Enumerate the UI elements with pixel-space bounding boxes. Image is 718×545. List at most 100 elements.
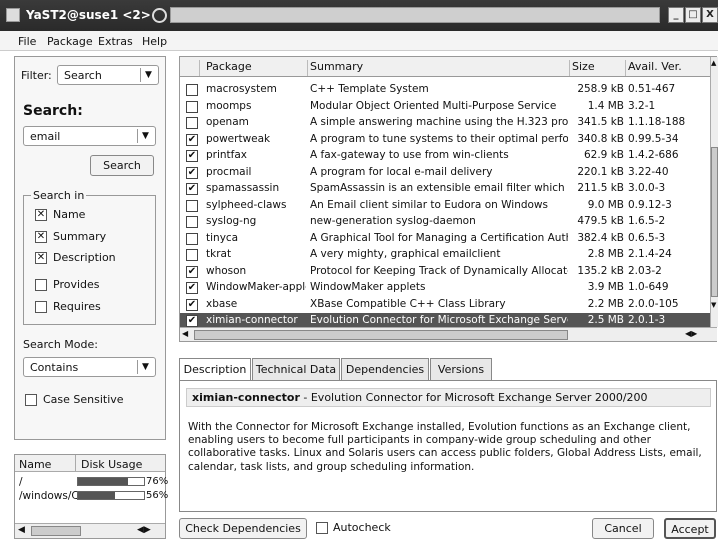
header-package[interactable]: Package	[204, 60, 308, 76]
package-version: 3.22-40	[628, 165, 669, 178]
table-row[interactable]: macrosystem C++ Template System 258.9 kB 0.…	[180, 82, 710, 99]
search-mode-select[interactable]: Contains ▼	[23, 357, 156, 377]
disk-usage-pct: 56%	[146, 490, 169, 501]
scroll-right-icon[interactable]: ◀▶	[685, 329, 697, 338]
scroll-right-icon[interactable]: ◀▶	[137, 525, 151, 535]
table-row[interactable]: syslog-ng new-generation syslog-daemon 479…	[180, 214, 710, 231]
scroll-thumb[interactable]	[31, 526, 81, 536]
package-size: 2.5 MB	[587, 314, 624, 326]
package-name: macrosystem	[206, 83, 277, 95]
table-row[interactable]: ✔ printfax A fax-gateway to use from win-c…	[180, 148, 710, 165]
tab-dependencies[interactable]: Dependencies	[341, 358, 429, 380]
tab-description[interactable]: Description	[179, 358, 251, 381]
package-checkbox[interactable]: ✔	[186, 282, 198, 294]
package-name: whoson	[206, 264, 247, 277]
scroll-down-icon[interactable]: ▼	[711, 301, 716, 309]
table-vscrollbar[interactable]: ▲ ▼	[710, 57, 718, 327]
autocheck-checkbox[interactable]	[316, 522, 328, 534]
scroll-thumb[interactable]	[194, 330, 568, 340]
package-version: 2.0.1-3	[628, 314, 666, 326]
table-row[interactable]: openam A simple answering machine using t…	[180, 115, 710, 132]
scroll-thumb[interactable]	[711, 147, 718, 297]
requires-checkbox[interactable]	[35, 301, 47, 313]
package-version: 1.1.18-188	[628, 116, 686, 128]
package-checkbox[interactable]	[186, 199, 198, 212]
scroll-up-icon[interactable]: ▲	[711, 59, 716, 67]
package-size: 62.9 kB	[583, 149, 624, 161]
table-row[interactable]: ✔ spamassassin SpamAssassin is an extensib…	[180, 181, 710, 198]
package-size: 135.2 kB	[577, 264, 624, 277]
tab-versions[interactable]: Versions	[430, 358, 492, 380]
name-checkbox[interactable]: ✕	[35, 209, 47, 221]
table-row[interactable]: tkrat A very mighty, graphical emailclien…	[180, 247, 710, 264]
package-checkbox[interactable]: ✔	[186, 315, 198, 327]
table-row[interactable]: moomps Modular Object Oriented Multi-Purp…	[180, 99, 710, 116]
package-name: ximian-connector	[206, 314, 298, 326]
package-checkbox[interactable]: ✔	[186, 166, 198, 179]
search-input[interactable]: email ▼	[23, 126, 156, 146]
package-checkbox[interactable]	[186, 84, 198, 96]
provides-label: Provides	[53, 278, 100, 291]
package-table: Package Summary Size Avail. Ver. macrosy…	[179, 56, 718, 342]
package-checkbox[interactable]	[186, 232, 198, 245]
disk-col-name[interactable]: Name	[19, 458, 51, 471]
table-row[interactable]: tinyca A Graphical Tool for Managing a Ce…	[180, 231, 710, 248]
filter-value: Search	[64, 69, 102, 82]
window-title: YaST2@suse1 <2>	[26, 8, 151, 22]
menu-package[interactable]: Package	[47, 35, 93, 48]
package-version: 1.0-649	[628, 281, 669, 293]
minimize-button[interactable]: _	[668, 7, 684, 23]
package-name: openam	[206, 116, 249, 128]
cancel-button[interactable]: Cancel	[592, 518, 654, 539]
package-checkbox[interactable]	[186, 216, 198, 228]
package-size: 258.9 kB	[577, 83, 624, 95]
tab-technical-data[interactable]: Technical Data	[252, 358, 340, 380]
package-checkbox[interactable]: ✔	[186, 183, 198, 195]
package-name: WindowMaker-applets	[206, 281, 306, 293]
table-row[interactable]: ✔ procmail A program for local e-mail deli…	[180, 165, 710, 182]
package-checkbox[interactable]: ✔	[186, 133, 198, 146]
table-row[interactable]: ✔ powertweak A program to tune systems to …	[180, 132, 710, 149]
disk-col-divider	[75, 455, 76, 472]
table-row[interactable]: sylpheed-claws An Email client similar to…	[180, 198, 710, 215]
package-checkbox[interactable]: ✔	[186, 265, 198, 278]
menu-file[interactable]: File	[18, 35, 36, 48]
package-checkbox[interactable]	[186, 249, 198, 261]
header-summary[interactable]: Summary	[308, 60, 570, 76]
filter-select[interactable]: Search ▼	[57, 65, 159, 85]
package-version: 0.99.5-34	[628, 132, 679, 145]
description-label: Description	[53, 251, 116, 264]
search-button[interactable]: Search	[90, 155, 154, 176]
table-row[interactable]: ✔ xbase XBase Compatible C++ Class Library…	[180, 297, 710, 314]
table-row[interactable]: ✔ whoson Protocol for Keeping Track of Dyn…	[180, 264, 710, 281]
package-summary: A Graphical Tool for Managing a Certific…	[310, 231, 568, 244]
accept-button[interactable]: Accept	[664, 518, 716, 539]
menu-help[interactable]: Help	[142, 35, 167, 48]
package-summary: SpamAssassin is an extensible email filt…	[310, 182, 568, 194]
close-button[interactable]: X	[702, 7, 718, 23]
table-row[interactable]: ✔ WindowMaker-applets WindowMaker applets 3…	[180, 280, 710, 297]
case-sensitive-checkbox[interactable]	[25, 394, 37, 406]
provides-checkbox[interactable]	[35, 279, 47, 291]
maximize-button[interactable]: □	[685, 7, 701, 23]
chevron-down-icon: ▼	[137, 360, 153, 374]
package-size: 2.8 MB	[587, 248, 624, 260]
scroll-left-icon[interactable]: ◀	[18, 525, 25, 535]
description-panel: ximian-connector - Evolution Connector f…	[179, 380, 717, 512]
package-checkbox[interactable]: ✔	[186, 150, 198, 162]
package-checkbox[interactable]	[186, 117, 198, 129]
filter-label: Filter:	[21, 69, 52, 82]
table-hscrollbar[interactable]: ◀ ◀▶	[180, 327, 717, 341]
check-dependencies-button[interactable]: Check Dependencies	[179, 518, 307, 539]
package-checkbox[interactable]: ✔	[186, 298, 198, 311]
scroll-left-icon[interactable]: ◀	[182, 329, 188, 338]
disk-col-usage[interactable]: Disk Usage	[81, 458, 142, 471]
package-version: 3.2-1	[628, 99, 656, 112]
menu-extras[interactable]: Extras	[98, 35, 133, 48]
header-avail-ver[interactable]: Avail. Ver.	[626, 60, 710, 76]
description-checkbox[interactable]: ✕	[35, 252, 47, 264]
package-checkbox[interactable]	[186, 100, 198, 113]
disk-hscrollbar[interactable]: ◀ ◀▶	[15, 523, 165, 538]
header-size[interactable]: Size	[570, 60, 626, 76]
summary-checkbox[interactable]: ✕	[35, 231, 47, 243]
